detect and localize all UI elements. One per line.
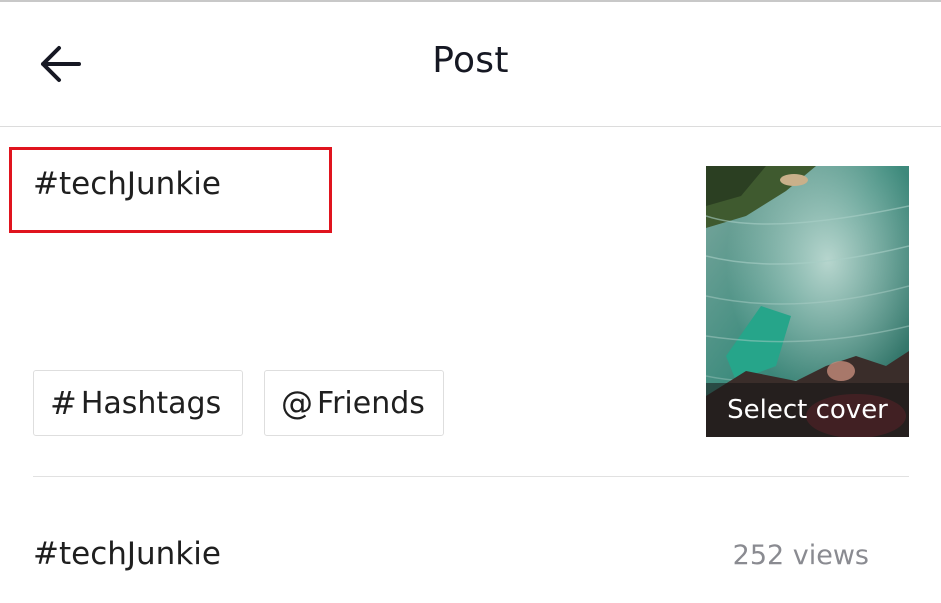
select-cover-thumbnail[interactable]: Select cover — [706, 166, 909, 437]
at-icon: @ — [281, 384, 313, 422]
suggestion-views: 252 views — [732, 540, 869, 571]
friends-button[interactable]: @ Friends — [264, 370, 444, 436]
hashtags-label: Hashtags — [80, 385, 222, 421]
header-bar: Post — [0, 2, 941, 127]
suggestion-hashtag: #techJunkie — [33, 536, 221, 572]
friends-label: Friends — [317, 385, 425, 421]
hashtag-icon: # — [50, 384, 77, 422]
page-title: Post — [432, 40, 509, 81]
hashtag-suggestion-row[interactable]: #techJunkie 252 views — [0, 520, 941, 596]
select-cover-label: Select cover — [706, 383, 909, 437]
hashtags-button[interactable]: # Hashtags — [33, 370, 243, 436]
divider — [33, 476, 909, 477]
caption-input[interactable]: #techJunkie — [33, 166, 221, 202]
